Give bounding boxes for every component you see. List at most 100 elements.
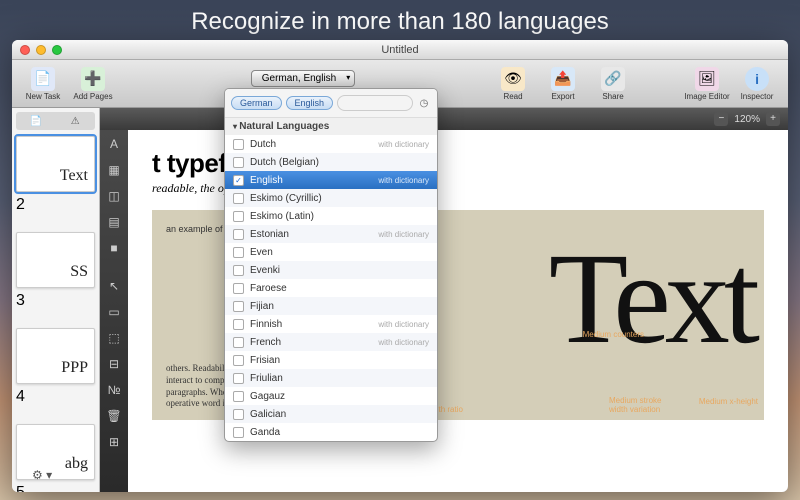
table-tool-icon[interactable]: ▤ [104,212,124,232]
language-name: Friulian [250,373,283,384]
page-thumbnail[interactable]: SS [16,232,95,288]
language-checkbox[interactable] [233,193,244,204]
selection-tool-icon[interactable]: ▭ [104,302,124,322]
thumbnail-panel: 📄 ⚠ Text2SS3PPP4abg5 ⚙ ▾ [12,108,100,492]
language-checkbox[interactable] [233,265,244,276]
grid-tool-icon[interactable]: ⊞ [104,432,124,452]
inspector-button[interactable]: i Inspector [734,67,780,101]
dictionary-badge: with dictionary [378,176,429,185]
language-checkbox[interactable] [233,319,244,330]
language-row[interactable]: ✓Englishwith dictionary [225,171,437,189]
language-name: Ganda [250,427,280,438]
pointer-tool-icon[interactable]: ↖ [104,276,124,296]
zoom-level: 120% [734,114,760,125]
selected-lang-pill[interactable]: German [231,96,282,110]
gear-icon[interactable]: ⚙ ▾ [32,468,52,482]
zoom-out-button[interactable]: − [714,112,728,126]
image-editor-label: Image Editor [684,92,729,101]
language-checkbox[interactable] [233,283,244,294]
language-checkbox[interactable] [233,301,244,312]
text-tool-icon[interactable]: A [104,134,124,154]
ribbon-bar: of 13 − 120% + [100,108,788,130]
page-thumbnail[interactable]: PPP [16,328,95,384]
new-task-button[interactable]: 📄 New Task [20,67,66,101]
selected-lang-pill[interactable]: English [286,96,334,110]
language-name: Faroese [250,283,287,294]
zoom-in-button[interactable]: + [766,112,780,126]
background-tool-icon[interactable]: ■ [104,238,124,258]
share-label: Share [602,92,623,101]
image-tool-icon[interactable]: ▦ [104,160,124,180]
language-checkbox[interactable] [233,337,244,348]
language-checkbox[interactable] [233,391,244,402]
language-row[interactable]: Estonianwith dictionary [225,225,437,243]
language-row[interactable]: Fijian [225,297,437,315]
export-button[interactable]: 📤 Export [540,67,586,101]
delete-tool-icon[interactable]: 🗑 [104,406,124,426]
language-name: Finnish [250,319,282,330]
order-tool-icon[interactable]: № [104,380,124,400]
language-row[interactable]: French with dictionary [225,333,437,351]
language-row[interactable]: Frisian [225,351,437,369]
recent-icon[interactable]: ◷ [417,98,431,109]
anno-stroke: Medium stroke width variation [609,396,669,414]
language-row[interactable]: Gagauz [225,387,437,405]
language-checkbox[interactable] [233,247,244,258]
language-name: Gagauz [250,391,285,402]
dictionary-badge: with dictionary [378,338,429,347]
image-editor-button[interactable]: 🖼 Image Editor [684,67,730,101]
language-checkbox[interactable] [233,409,244,420]
language-row[interactable]: Eskimo (Latin) [225,207,437,225]
language-checkbox[interactable] [233,139,244,150]
tool-palette: A ▦ ◫ ▤ ■ ↖ ▭ ⬚ ⊟ № 🗑 ⊞ [100,130,128,492]
language-checkbox[interactable] [233,211,244,222]
warnings-tab-icon[interactable]: ⚠ [56,112,96,130]
language-checkbox[interactable] [233,373,244,384]
language-row[interactable]: Dutch (Belgian) [225,153,437,171]
add-area-tool-icon[interactable]: ⬚ [104,328,124,348]
pages-tab-icon[interactable]: 📄 [16,112,56,130]
add-pages-button[interactable]: ➕ Add Pages [70,67,116,101]
language-name: Frisian [250,355,280,366]
read-button[interactable]: 👁 Read [490,67,536,101]
language-name: Evenki [250,265,280,276]
language-row[interactable]: Even [225,243,437,261]
marketing-tagline: Recognize in more than 180 languages [0,8,800,36]
language-checkbox[interactable] [233,427,244,438]
page-thumbnail[interactable]: abg [16,424,95,480]
thumbnail-page-number: 2 [16,196,95,214]
language-row[interactable]: Dutchwith dictionary [225,135,437,153]
area-tool-icon[interactable]: ◫ [104,186,124,206]
language-checkbox[interactable] [233,229,244,240]
language-name: Eskimo (Latin) [250,211,314,222]
language-selector[interactable]: German, English [251,70,355,87]
language-row[interactable]: Faroese [225,279,437,297]
language-row[interactable]: Finnish with dictionary [225,315,437,333]
language-checkbox[interactable] [233,355,244,366]
thumbnail-tabs[interactable]: 📄 ⚠ [16,112,95,130]
language-row[interactable]: Evenki [225,261,437,279]
share-button[interactable]: 🔗 Share [590,67,636,101]
window-title: Untitled [12,44,788,56]
language-row[interactable]: Ganda [225,423,437,441]
dictionary-badge: with dictionary [378,320,429,329]
language-row[interactable]: Galician [225,405,437,423]
language-name: Dutch [250,139,276,150]
language-name: French [250,337,281,348]
specimen-text: Text [549,234,754,364]
language-checkbox[interactable]: ✓ [233,175,244,186]
language-row[interactable]: Eskimo (Cyrillic) [225,189,437,207]
remove-area-tool-icon[interactable]: ⊟ [104,354,124,374]
export-label: Export [551,92,574,101]
page-thumbnail[interactable]: Text [16,136,95,192]
thumbnail-page-number: 5 [16,484,95,492]
language-checkbox[interactable] [233,157,244,168]
language-name: Estonian [250,229,289,240]
language-row[interactable]: Friulian [225,369,437,387]
language-section-header[interactable]: Natural Languages [225,118,437,135]
language-search-input[interactable] [337,95,413,111]
editor-area: of 13 − 120% + A ▦ ◫ ▤ ■ ↖ ▭ ⬚ [100,108,788,492]
language-list: Dutchwith dictionaryDutch (Belgian)✓Engl… [225,135,437,441]
anno-xheight: Medium x-height [699,397,758,406]
read-label: Read [503,92,522,101]
